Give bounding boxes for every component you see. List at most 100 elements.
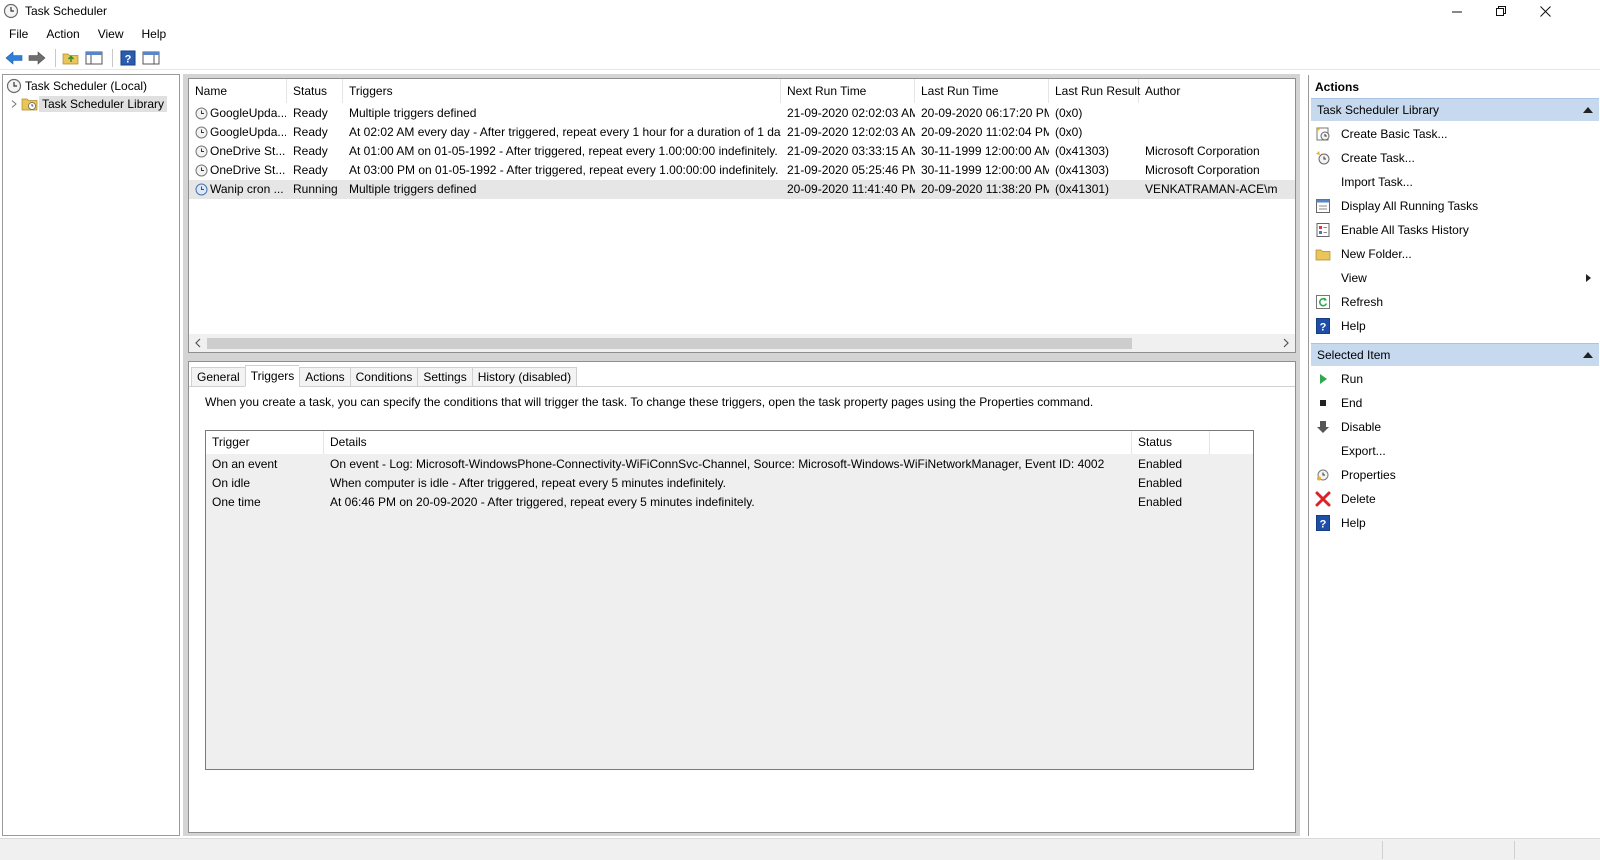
task-row[interactable]: GoogleUpda... Ready At 02:02 AM every da… — [189, 123, 1295, 142]
task-next-run: 21-09-2020 05:25:46 PM — [787, 163, 915, 177]
trigger-type: On an event — [212, 457, 278, 471]
forward-button[interactable] — [27, 48, 47, 68]
section-header-task-scheduler-library[interactable]: Task Scheduler Library — [1311, 98, 1599, 121]
action-export[interactable]: Export... — [1311, 439, 1599, 463]
column-header-name[interactable]: Name — [189, 79, 287, 103]
column-header-triggers[interactable]: Triggers — [343, 79, 781, 103]
task-row[interactable]: OneDrive St... Ready At 03:00 PM on 01-0… — [189, 161, 1295, 180]
task-next-run: 20-09-2020 11:41:40 PM — [787, 182, 915, 196]
trigger-status: Enabled — [1138, 495, 1183, 509]
toolbar-separator — [55, 48, 56, 67]
task-name: GoogleUpda... — [210, 125, 286, 139]
column-header-details[interactable]: Details — [324, 431, 1132, 454]
status-segment — [1514, 841, 1600, 859]
action-help-library[interactable]: ? Help — [1311, 314, 1599, 338]
forward-arrow-icon — [28, 50, 46, 65]
task-status: Ready — [293, 144, 328, 158]
task-list-header: Name Status Triggers Next Run Time Last … — [189, 79, 1295, 103]
minimize-icon — [1451, 11, 1462, 12]
minimize-button[interactable] — [1434, 0, 1480, 22]
close-button[interactable] — [1522, 0, 1568, 22]
up-one-level-button[interactable] — [61, 48, 81, 68]
maximize-button[interactable] — [1478, 0, 1524, 22]
action-label: Create Basic Task... — [1341, 127, 1448, 141]
menu-file[interactable]: File — [0, 25, 37, 43]
horizontal-scrollbar[interactable] — [189, 334, 1295, 352]
tree-node-local[interactable]: Task Scheduler (Local) — [6, 77, 150, 95]
action-view[interactable]: View — [1311, 266, 1599, 290]
action-create-basic-task[interactable]: Create Basic Task... — [1311, 122, 1599, 146]
action-create-task[interactable]: Create Task... — [1311, 146, 1599, 170]
task-next-run: 21-09-2020 12:02:03 AM — [787, 125, 915, 139]
action-delete[interactable]: Delete — [1311, 487, 1599, 511]
task-author: Microsoft Corporation — [1145, 163, 1260, 177]
action-refresh[interactable]: Refresh — [1311, 290, 1599, 314]
tree-node-library[interactable]: Task Scheduler Library — [9, 95, 168, 113]
tab-conditions[interactable]: Conditions — [349, 367, 418, 387]
task-list: Name Status Triggers Next Run Time Last … — [188, 78, 1296, 353]
back-button[interactable] — [4, 48, 24, 68]
column-header-author[interactable]: Author — [1139, 79, 1295, 103]
action-display-all-running-tasks[interactable]: Display All Running Tasks — [1311, 194, 1599, 218]
help-icon: ? — [1315, 515, 1331, 531]
show-hide-action-pane-button[interactable] — [141, 48, 161, 68]
action-enable-all-tasks-history[interactable]: Enable All Tasks History — [1311, 218, 1599, 242]
task-row-selected[interactable]: Wanip cron ... Running Multiple triggers… — [189, 180, 1295, 199]
chevron-right-icon[interactable] — [9, 99, 19, 109]
task-status: Ready — [293, 106, 328, 120]
action-import-task[interactable]: Import Task... — [1311, 170, 1599, 194]
title-bar: Task Scheduler — [0, 0, 1600, 22]
new-folder-icon — [1315, 246, 1331, 262]
toolbar-separator — [112, 48, 113, 67]
tab-settings[interactable]: Settings — [417, 367, 472, 387]
show-hide-console-tree-button[interactable] — [84, 48, 104, 68]
tab-triggers[interactable]: Triggers — [244, 365, 300, 387]
task-row[interactable]: OneDrive St... Ready At 01:00 AM on 01-0… — [189, 142, 1295, 161]
task-next-run: 21-09-2020 03:33:15 AM — [787, 144, 915, 158]
menu-action[interactable]: Action — [37, 25, 88, 43]
trigger-row[interactable]: One time At 06:46 PM on 20-09-2020 - Aft… — [206, 493, 1253, 512]
task-row[interactable]: GoogleUpda... Ready Multiple triggers de… — [189, 104, 1295, 123]
column-header-trigger[interactable]: Trigger — [206, 431, 324, 454]
task-triggers: At 03:00 PM on 01-05-1992 - After trigge… — [349, 163, 779, 177]
task-last-run: 20-09-2020 06:17:20 PM — [921, 106, 1049, 120]
back-arrow-icon — [5, 50, 23, 65]
section-header-selected-item[interactable]: Selected Item — [1311, 343, 1599, 366]
tab-actions[interactable]: Actions — [299, 367, 350, 387]
action-properties[interactable]: Properties — [1311, 463, 1599, 487]
task-name: OneDrive St... — [210, 163, 286, 177]
scroll-right-icon[interactable] — [1277, 334, 1295, 352]
detail-tabs: General Triggers Actions Conditions Sett… — [191, 365, 578, 387]
column-header-status[interactable]: Status — [287, 79, 343, 103]
column-header-last-run-result[interactable]: Last Run Result — [1049, 79, 1140, 103]
action-new-folder[interactable]: New Folder... — [1311, 242, 1599, 266]
menu-view[interactable]: View — [89, 25, 133, 43]
scrollbar-thumb[interactable] — [207, 338, 1132, 349]
task-last-result: (0x41303) — [1055, 144, 1110, 158]
run-icon — [1315, 371, 1331, 387]
collapse-caret-icon[interactable] — [1583, 107, 1593, 113]
help-button[interactable]: ? — [118, 48, 138, 68]
column-header-last-run-time[interactable]: Last Run Time — [915, 79, 1049, 103]
column-header-next-run-time[interactable]: Next Run Time — [781, 79, 915, 103]
task-last-result: (0x0) — [1055, 125, 1083, 139]
task-last-run: 30-11-1999 12:00:00 AM — [921, 144, 1049, 158]
svg-text:?: ? — [125, 53, 132, 65]
column-header-status[interactable]: Status — [1132, 431, 1210, 454]
action-run[interactable]: Run — [1311, 367, 1599, 391]
help-icon: ? — [1315, 318, 1331, 334]
action-disable[interactable]: Disable — [1311, 415, 1599, 439]
action-end[interactable]: End — [1311, 391, 1599, 415]
action-help-selected[interactable]: ? Help — [1311, 511, 1599, 535]
trigger-row[interactable]: On idle When computer is idle - After tr… — [206, 474, 1253, 493]
scroll-left-icon[interactable] — [189, 334, 207, 352]
tab-history[interactable]: History (disabled) — [471, 367, 578, 387]
trigger-row[interactable]: On an event On event - Log: Microsoft-Wi… — [206, 455, 1253, 474]
tab-general[interactable]: General — [191, 367, 245, 387]
triggers-list: Trigger Details Status On an event On ev… — [205, 430, 1254, 770]
actions-pane: Actions Task Scheduler Library Create Ba… — [1308, 75, 1600, 836]
action-label: Disable — [1341, 420, 1382, 434]
action-label: Display All Running Tasks — [1341, 199, 1479, 213]
menu-help[interactable]: Help — [133, 25, 176, 43]
collapse-caret-icon[interactable] — [1583, 352, 1593, 358]
